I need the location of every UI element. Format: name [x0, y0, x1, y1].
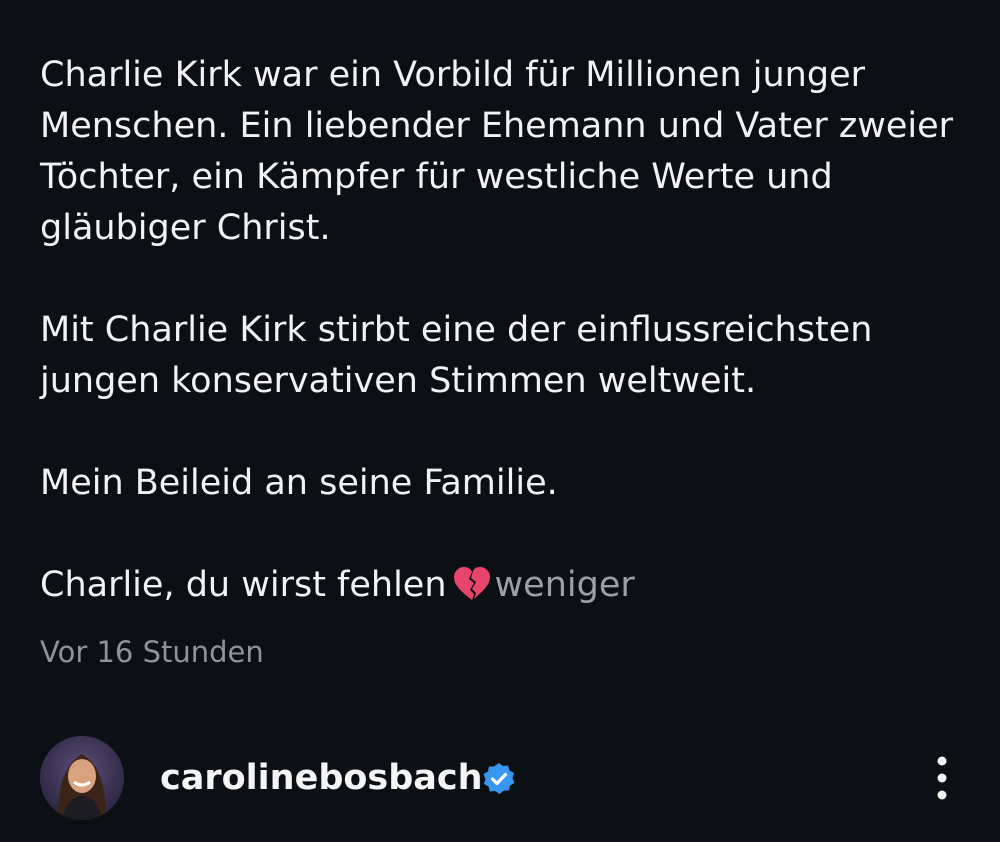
caption-paragraph-2: Mit Charlie Kirk stirbt eine der einflus…	[40, 310, 873, 401]
caption-paragraph-3: Mein Beileid an seine Familie.	[40, 463, 558, 503]
more-vertical-icon[interactable]	[930, 754, 954, 802]
avatar[interactable]	[40, 736, 124, 820]
show-less-link[interactable]: weniger	[495, 565, 635, 605]
post-caption: Charlie Kirk war ein Vorbild für Million…	[40, 50, 960, 617]
caption-paragraph-1: Charlie Kirk war ein Vorbild für Million…	[40, 55, 954, 248]
author-row: carolinebosbach	[40, 734, 960, 820]
caption-last-line: Charlie, du wirst fehlen weniger	[40, 560, 960, 617]
post-timestamp: Vor 16 Stunden	[40, 635, 264, 669]
caption-last-line-text: Charlie, du wirst fehlen	[40, 565, 447, 605]
broken-heart-icon	[453, 566, 491, 617]
author-username[interactable]: carolinebosbach	[160, 756, 483, 800]
verified-badge-icon	[482, 762, 516, 796]
